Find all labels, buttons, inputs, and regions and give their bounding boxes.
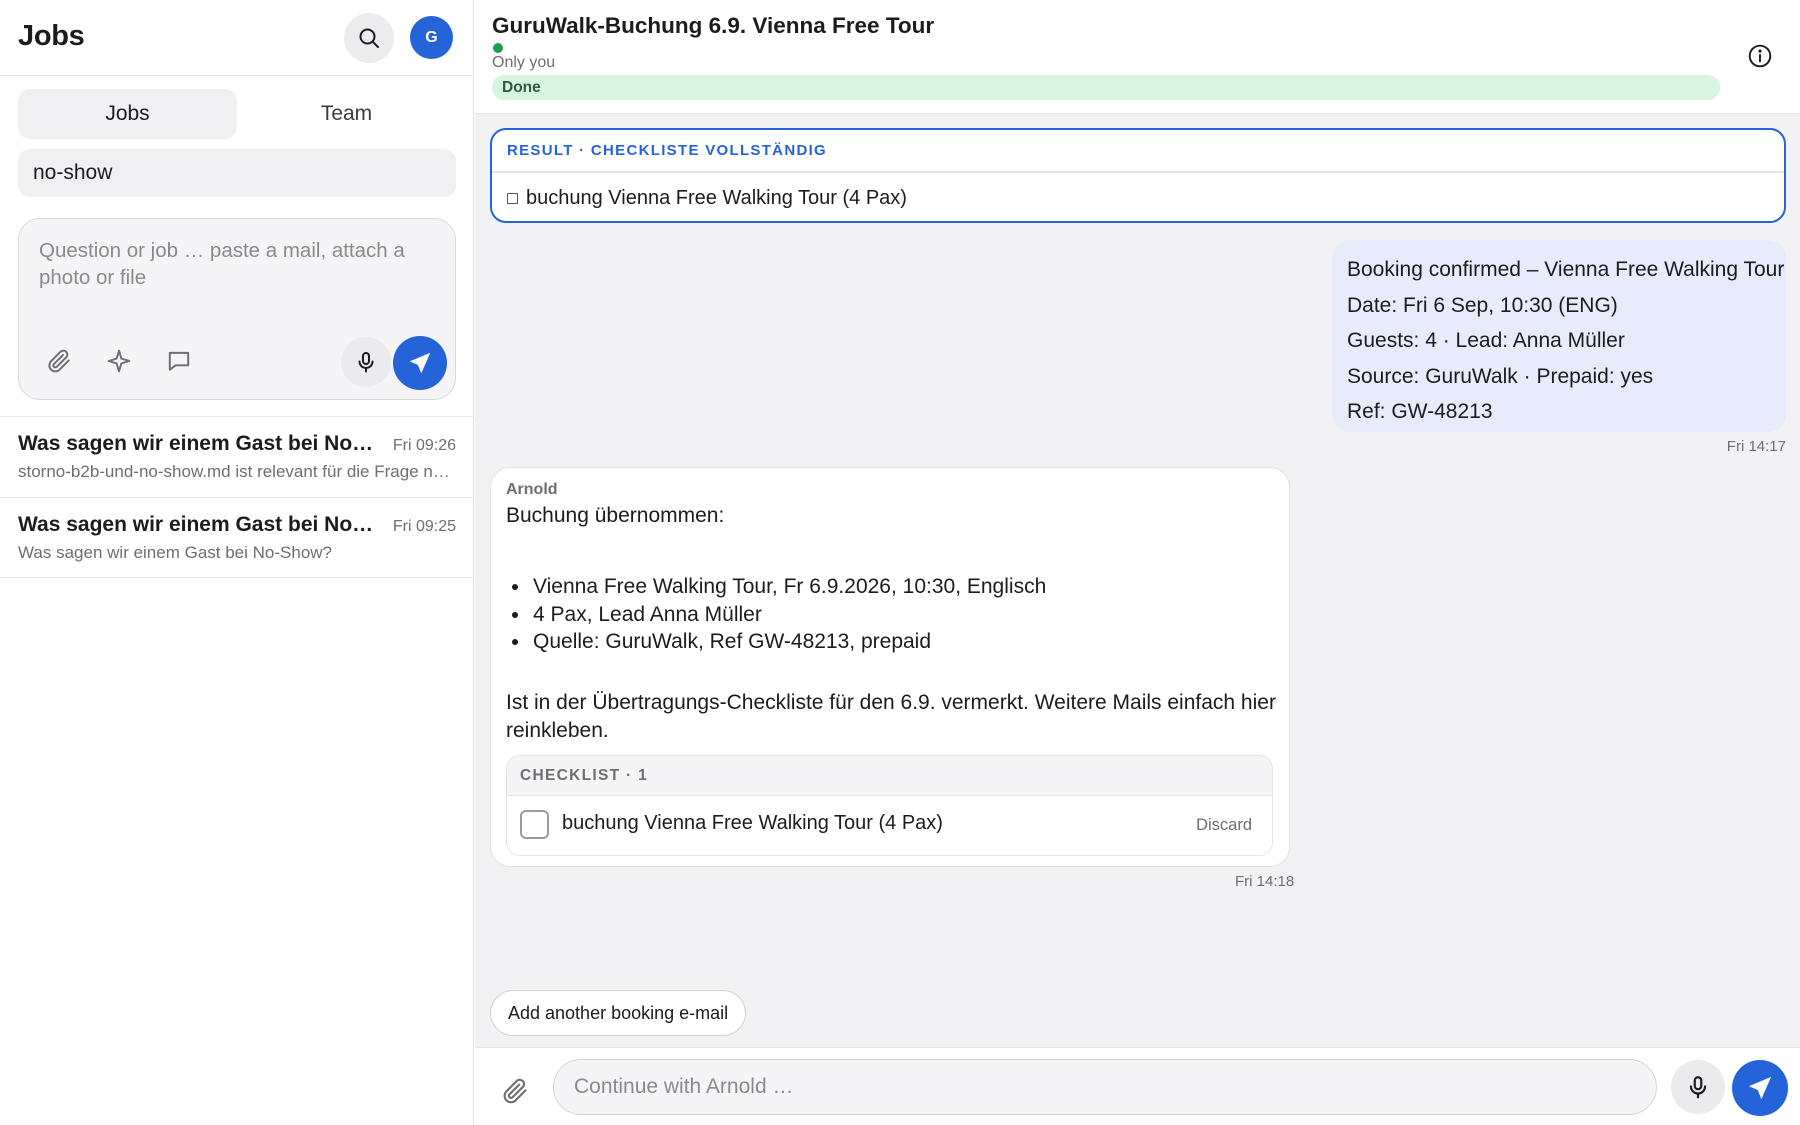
bullet-list: Vienna Free Walking Tour, Fr 6.9.2026, 1… (531, 573, 1046, 656)
send-icon (1746, 1074, 1774, 1102)
result-card: RESULT · CHECKLISTE VOLLSTÄNDIG buchung … (490, 128, 1786, 223)
checklist-row: buchung Vienna Free Walking Tour (4 Pax)… (507, 796, 1272, 855)
suggest-button[interactable] (101, 343, 137, 379)
page-title: GuruWalk-Buchung 6.9. Vienna Free Tour (492, 13, 935, 38)
assistant-message: Arnold Buchung übernommen: Vienna Free W… (490, 467, 1290, 867)
result-label: RESULT · CHECKLISTE VOLLSTÄNDIG (507, 142, 828, 159)
bullet-item: 4 Pax, Lead Anna Müller (531, 601, 1046, 629)
chat-mode-button[interactable] (161, 343, 197, 379)
microphone-icon (1685, 1074, 1711, 1100)
message-line: Source: GuruWalk · Prepaid: yes (1347, 364, 1654, 388)
message-author: Arnold (506, 481, 558, 498)
attach-button[interactable] (497, 1073, 533, 1109)
discard-button[interactable]: Discard (1196, 816, 1252, 835)
send-icon (407, 350, 433, 376)
message-line: Guests: 4 · Lead: Anna Müller (1347, 329, 1625, 352)
result-item: buchung Vienna Free Walking Tour (4 Pax) (507, 187, 907, 210)
voice-button[interactable] (1671, 1060, 1725, 1114)
job-title: Was sagen wir einem Gast bei No-Show? (18, 513, 378, 536)
job-title: Was sagen wir einem Gast bei No-Show? (18, 432, 378, 455)
result-item-text: buchung Vienna Free Walking Tour (4 Pax) (526, 187, 907, 209)
message-intro: Buchung übernommen: (506, 504, 725, 527)
filter-input[interactable]: no-show (18, 149, 456, 197)
conversation-panel: GuruWalk-Buchung 6.9. Vienna Free Tour O… (475, 0, 1800, 1125)
info-button[interactable] (1745, 41, 1775, 71)
chat-bubble-icon (166, 348, 192, 374)
search-icon (357, 26, 381, 50)
checkbox-icon (507, 193, 518, 204)
status-dot (493, 43, 503, 53)
job-subtitle: storno-b2b-und-no-show.md ist relevant f… (18, 462, 458, 481)
composer-placeholder[interactable]: Question or job … paste a mail, attach a… (39, 237, 419, 291)
job-list: Was sagen wir einem Gast bei No-Show? Fr… (0, 416, 473, 578)
sidebar-title: Jobs (18, 20, 85, 52)
message-line: Date: Fri 6 Sep, 10:30 (ENG) (1347, 293, 1618, 317)
divider (492, 171, 1784, 173)
user-message: Booking confirmed – Vienna Free Walking … (1332, 240, 1786, 432)
conversation-header: GuruWalk-Buchung 6.9. Vienna Free Tour O… (475, 0, 1800, 114)
sparkle-icon (106, 348, 132, 374)
paperclip-icon (46, 348, 72, 374)
checklist-header: CHECKLIST · 1 (507, 756, 1272, 796)
message-line: Booking confirmed – Vienna Free Walking … (1347, 258, 1785, 281)
message-timestamp: Fri 14:17 (1726, 438, 1786, 455)
visibility-label: Only you (492, 54, 556, 71)
suggestion-chip[interactable]: Add another booking e-mail (490, 990, 747, 1036)
list-item[interactable]: Was sagen wir einem Gast bei No-Show? Fr… (0, 416, 473, 497)
message-line: Ref: GW-48213 (1347, 400, 1493, 423)
segmented-control: Jobs Team (18, 89, 456, 139)
tab-jobs[interactable]: Jobs (18, 89, 237, 139)
job-time: Fri 09:25 (392, 518, 456, 535)
list-item[interactable]: Was sagen wir einem Gast bei No-Show? Fr… (0, 497, 473, 578)
info-icon (1747, 43, 1773, 69)
attach-button[interactable] (41, 343, 77, 379)
search-button[interactable] (344, 13, 394, 63)
microphone-icon (354, 350, 378, 374)
send-button[interactable] (1732, 1060, 1788, 1116)
voice-button[interactable] (341, 337, 391, 387)
checklist-card: CHECKLIST · 1 buchung Vienna Free Walkin… (506, 755, 1273, 856)
message-paragraph: Ist in der Übertragungs-Checkliste für d… (506, 691, 1276, 742)
checklist-item-text: buchung Vienna Free Walking Tour (4 Pax) (562, 812, 943, 834)
job-subtitle: Was sagen wir einem Gast bei No-Show? (18, 543, 333, 562)
checklist-checkbox[interactable] (520, 810, 549, 839)
message-composer: Continue with Arnold … (475, 1047, 1800, 1125)
send-button[interactable] (393, 336, 447, 390)
sidebar: Jobs G Jobs Team no-show Question or job… (0, 0, 474, 1125)
message-input[interactable]: Continue with Arnold … (553, 1059, 1657, 1115)
bullet-item: Quelle: GuruWalk, Ref GW-48213, prepaid (531, 628, 1046, 656)
status-badge: Done (492, 75, 1720, 100)
sidebar-header: Jobs G (0, 0, 474, 76)
avatar[interactable]: G (410, 16, 453, 59)
job-time: Fri 09:26 (392, 437, 456, 454)
bullet-item: Vienna Free Walking Tour, Fr 6.9.2026, 1… (531, 573, 1046, 601)
paperclip-icon (501, 1077, 529, 1105)
composer[interactable]: Question or job … paste a mail, attach a… (18, 218, 456, 400)
message-timestamp: Fri 14:18 (1235, 873, 1295, 890)
tab-team[interactable]: Team (237, 89, 456, 139)
